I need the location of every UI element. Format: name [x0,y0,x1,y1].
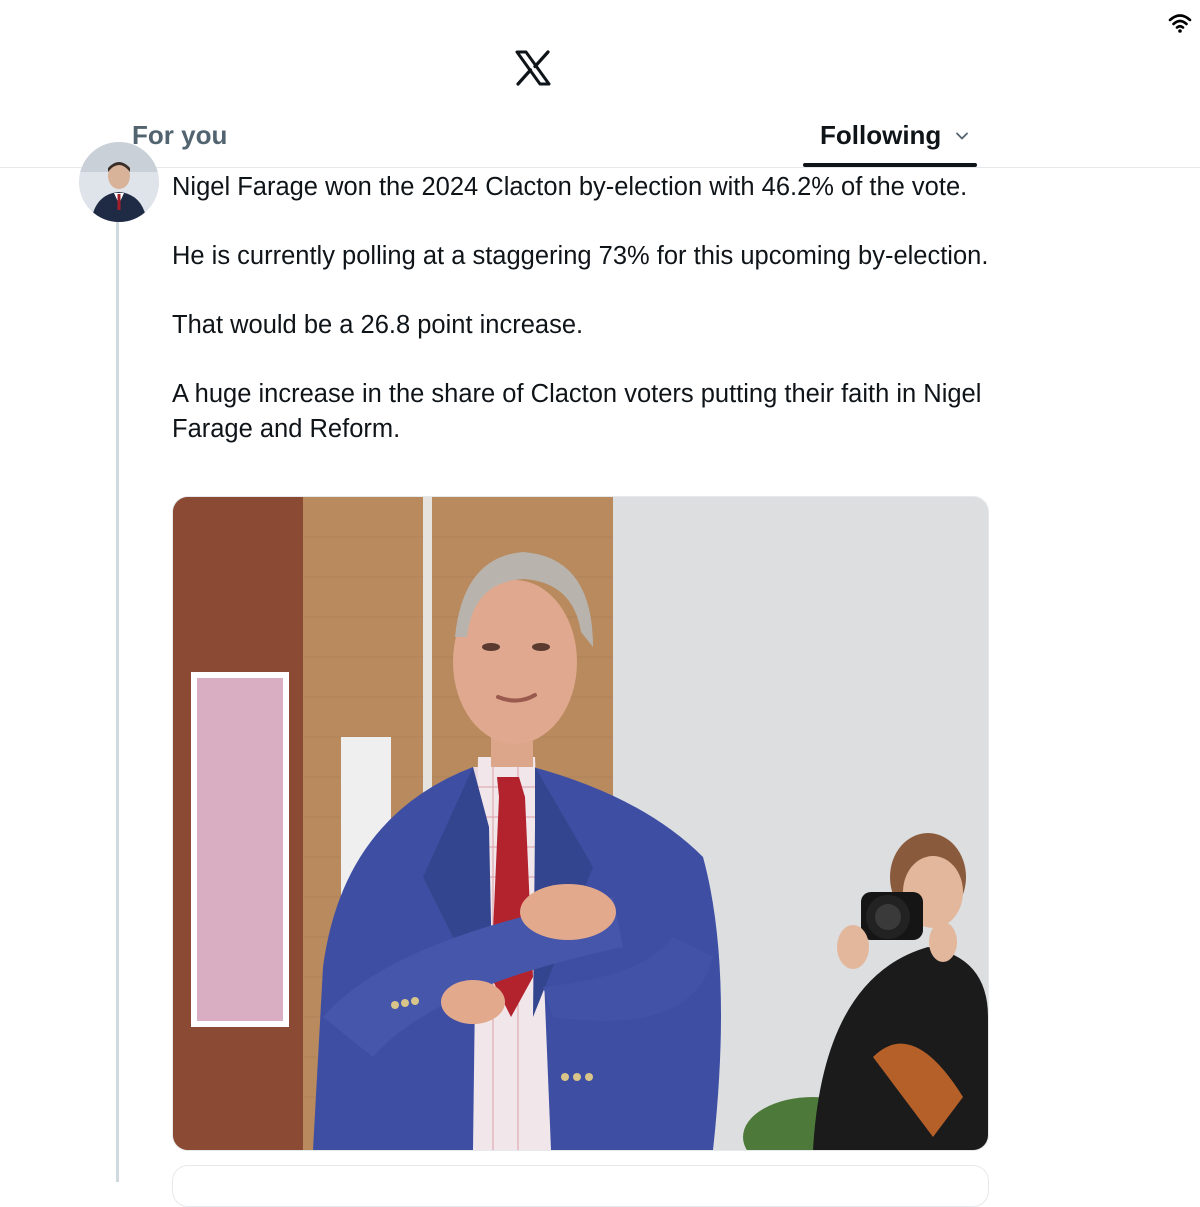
tweet-paragraph: A huge increase in the share of Clacton … [172,380,982,443]
tweet-paragraph: He is currently polling at a staggering … [172,242,989,270]
active-tab-indicator [803,163,977,167]
tweet-text: Nigel Farage won the 2024 Clacton by-ele… [172,170,1002,481]
wifi-icon [1168,14,1192,33]
avatar-image [79,142,159,222]
timeline-tabs: For you Following [0,104,1200,168]
chevron-down-icon[interactable] [955,129,969,143]
tab-following[interactable]: Following [820,104,969,167]
thread-line [116,222,119,1182]
tweet-paragraph: Nigel Farage won the 2024 Clacton by-ele… [172,173,968,201]
next-post-card[interactable] [172,1165,989,1207]
tab-following-label: Following [820,120,942,150]
photo-image [173,497,988,1150]
avatar[interactable] [79,142,159,222]
x-logo-icon[interactable] [515,50,551,86]
tab-for-you-label: For you [132,120,228,150]
tweet-paragraph: That would be a 26.8 point increase. [172,311,584,339]
tweet-media-photo[interactable] [172,496,989,1151]
